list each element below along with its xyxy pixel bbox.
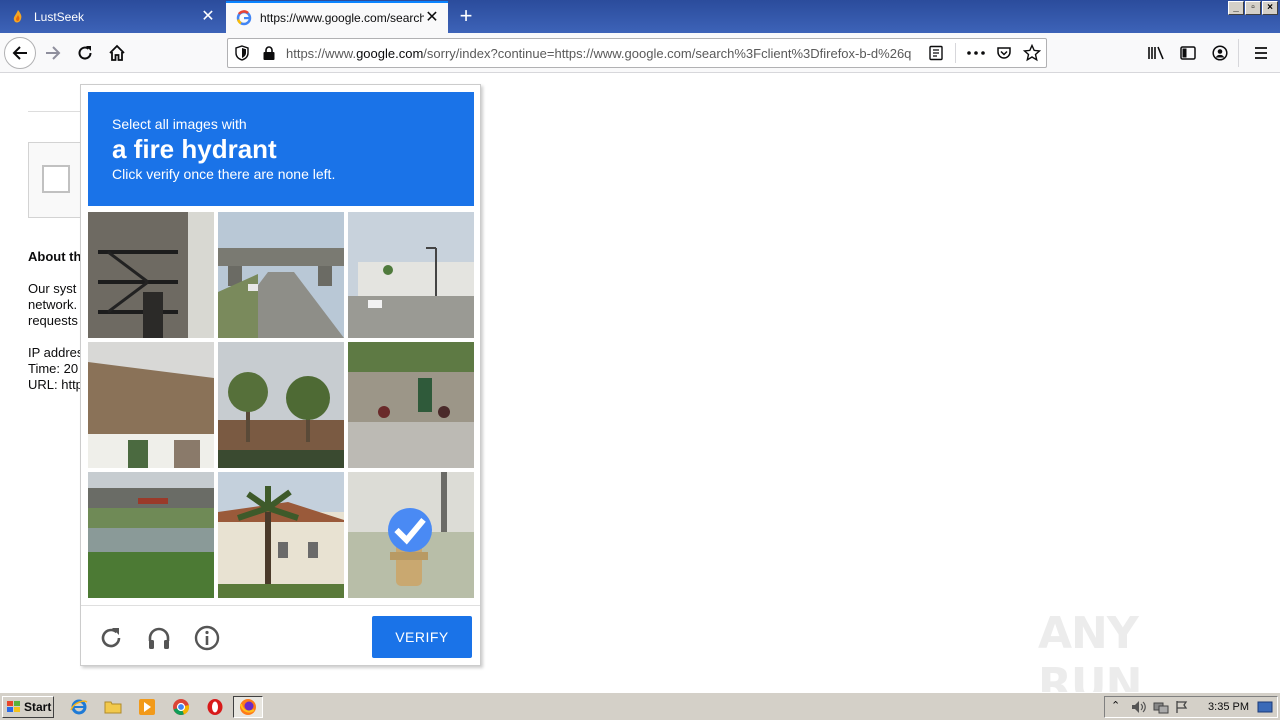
info-icon[interactable] [193, 624, 221, 652]
tab-title: https://www.google.com/search?c [260, 11, 424, 25]
tile-image [218, 212, 344, 338]
about-heading: About th [28, 249, 80, 264]
tile-image [348, 342, 474, 468]
url-bar-divider [955, 43, 956, 63]
challenge-prompt: Select all images with a fire hydrant Cl… [88, 92, 474, 206]
library-icon[interactable] [1147, 45, 1165, 61]
reload-icon [78, 46, 92, 60]
image-tile-8[interactable] [218, 472, 344, 598]
chrome-icon[interactable] [172, 698, 190, 716]
opera-icon[interactable] [206, 698, 224, 716]
checkmark-icon [394, 517, 426, 545]
show-desktop-icon[interactable] [1257, 701, 1273, 713]
toolbar-divider [1238, 39, 1239, 67]
page-text-line: Our syst [28, 281, 77, 296]
account-icon[interactable] [1212, 45, 1228, 61]
reader-view-icon[interactable] [928, 45, 944, 61]
page-text-line: network. [28, 297, 78, 312]
clock[interactable]: 3:35 PM [1208, 701, 1249, 713]
image-tile-2[interactable] [218, 212, 344, 338]
page-text-line: IP addres [28, 345, 80, 360]
forward-button[interactable] [38, 38, 68, 68]
url-path: /sorry/index?continue=https://www.google… [423, 46, 912, 61]
close-window-icon[interactable]: × [1262, 1, 1278, 15]
system-tray: ⌃ 3:35 PM [1104, 696, 1278, 718]
hamburger-menu-icon[interactable] [1253, 45, 1269, 61]
navigation-toolbar: https://www.google.com/sorry/index?conti… [0, 33, 1280, 73]
tab-google[interactable]: https://www.google.com/search?c ✕ [226, 1, 448, 33]
reload-button[interactable] [70, 38, 100, 68]
not-a-robot-checkbox[interactable] [42, 165, 70, 193]
more-actions-icon[interactable] [966, 45, 986, 61]
home-icon [109, 44, 125, 61]
action-center-flag-icon[interactable] [1175, 700, 1189, 714]
prompt-target: a fire hydrant [112, 134, 277, 164]
close-tab-icon[interactable]: ✕ [424, 10, 440, 26]
lock-icon[interactable] [262, 45, 276, 61]
tile-image [218, 342, 344, 468]
tile-image [218, 472, 344, 598]
verify-button[interactable]: VERIFY [372, 616, 472, 658]
tile-image [88, 212, 214, 338]
back-button[interactable] [4, 37, 36, 69]
image-grid [88, 212, 474, 598]
image-tile-5[interactable] [218, 342, 344, 468]
image-tile-3[interactable] [348, 212, 474, 338]
windows-logo-icon [7, 701, 20, 712]
image-tile-6[interactable] [348, 342, 474, 468]
challenge-footer: VERIFY [81, 605, 480, 665]
recaptcha-anchor-box [28, 142, 88, 218]
url-text[interactable]: https://www.google.com/sorry/index?conti… [286, 46, 918, 61]
page-text-line: requests [28, 313, 78, 328]
back-arrow-icon [12, 46, 27, 60]
tile-image [88, 472, 214, 598]
taskbar: Start ⌃ 3:35 PM [0, 692, 1280, 720]
pocket-icon[interactable] [996, 45, 1012, 61]
flame-favicon-icon [13, 10, 22, 23]
page-divider [28, 111, 88, 112]
image-tile-7[interactable] [88, 472, 214, 598]
firefox-icon [240, 699, 256, 715]
tile-image [88, 342, 214, 468]
recaptcha-challenge: Select all images with a fire hydrant Cl… [80, 84, 481, 666]
audio-challenge-icon[interactable] [145, 624, 173, 652]
shield-icon[interactable] [234, 45, 250, 61]
image-tile-4[interactable] [88, 342, 214, 468]
taskbar-firefox-active[interactable] [233, 696, 263, 718]
internet-explorer-icon[interactable] [70, 698, 88, 716]
home-button[interactable] [102, 38, 132, 68]
start-label: Start [24, 700, 52, 714]
prompt-instruction: Select all images with [112, 116, 247, 132]
window-controls: _ ▫ × [1228, 1, 1278, 15]
url-prefix: https://www. [286, 46, 357, 61]
tab-lustseek[interactable]: LustSeek ✕ [0, 1, 224, 33]
tab-title: LustSeek [34, 10, 85, 24]
network-icon[interactable] [1153, 700, 1169, 714]
file-explorer-icon[interactable] [104, 698, 122, 716]
tray-expand-icon[interactable]: ⌃ [1111, 699, 1120, 712]
anyrun-watermark: ANY RUN [1038, 608, 1238, 710]
bookmark-star-icon[interactable] [1023, 44, 1041, 62]
restore-icon[interactable]: ▫ [1245, 1, 1261, 15]
prompt-hint: Click verify once there are none left. [112, 166, 336, 182]
tab-strip: LustSeek ✕ https://www.google.com/search… [0, 0, 1280, 33]
url-bar[interactable]: https://www.google.com/sorry/index?conti… [227, 38, 1047, 68]
image-tile-9[interactable] [348, 472, 474, 598]
tile-image [348, 212, 474, 338]
url-domain: google.com [356, 46, 424, 61]
google-favicon-icon [236, 10, 252, 26]
selected-check-icon [388, 508, 432, 552]
page-text-line: Time: 20 [28, 361, 79, 376]
close-tab-icon[interactable]: ✕ [200, 9, 216, 25]
minimize-icon[interactable]: _ [1228, 1, 1244, 15]
start-button[interactable]: Start [2, 696, 54, 718]
media-player-icon[interactable] [138, 698, 156, 716]
new-tab-icon[interactable]: + [454, 5, 478, 29]
forward-arrow-icon [46, 46, 61, 60]
sidebar-icon[interactable] [1180, 45, 1196, 61]
volume-icon[interactable] [1131, 700, 1147, 714]
reload-challenge-icon[interactable] [97, 624, 125, 652]
page-text-line[interactable]: URL: http [28, 377, 80, 393]
image-tile-1[interactable] [88, 212, 214, 338]
